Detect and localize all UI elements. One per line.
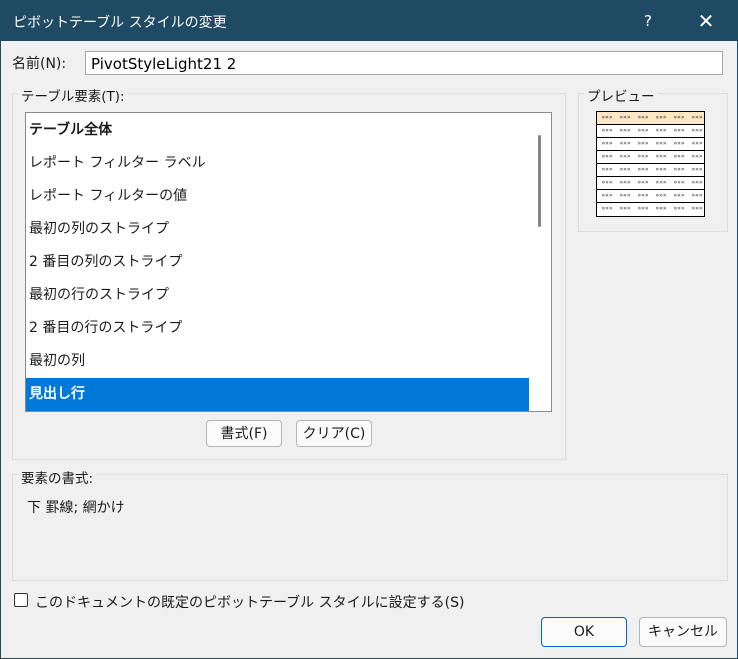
title-bar[interactable]: ピボットテーブル スタイルの変更 ? ✕	[1, 1, 737, 41]
list-item[interactable]: 最初の列	[26, 345, 529, 378]
preview-row: »»» »»» »»» »»» »»» »»»	[597, 125, 704, 138]
set-default-label[interactable]: このドキュメントの既定のピボットテーブル スタイルに設定する(S)	[35, 592, 464, 612]
preview-cell: »»»	[673, 127, 685, 134]
preview-cell: »»»	[691, 166, 703, 173]
preview-cell: »»»	[637, 179, 649, 186]
preview-cell: »»»	[601, 192, 613, 199]
preview-cell: »»»	[601, 179, 613, 186]
preview-cell: »»»	[673, 192, 685, 199]
preview-cell: »»»	[601, 153, 613, 160]
scrollbar-thumb[interactable]	[538, 135, 541, 227]
preview-cell: »»»	[619, 205, 631, 212]
preview-cell: »»»	[637, 114, 649, 121]
preview-cell: »»»	[601, 140, 613, 147]
preview-cell: »»»	[673, 166, 685, 173]
preview-cell: »»»	[655, 114, 667, 121]
list-item[interactable]: 2 番目の列のストライプ	[26, 246, 529, 279]
list-item[interactable]: 2 番目の行のストライプ	[26, 312, 529, 345]
preview-cell: »»»	[619, 153, 631, 160]
preview-cell: »»»	[655, 192, 667, 199]
list-item[interactable]: 最初の列のストライプ	[26, 213, 529, 246]
preview-cell: »»»	[601, 114, 613, 121]
preview-cell: »»»	[619, 166, 631, 173]
preview-cell: »»»	[691, 153, 703, 160]
preview-cell: »»»	[691, 127, 703, 134]
preview-cell: »»»	[637, 127, 649, 134]
preview-cell: »»»	[673, 205, 685, 212]
list-item[interactable]: テーブル全体	[26, 114, 529, 147]
cancel-button[interactable]: キャンセル	[639, 617, 727, 647]
preview-cell: »»»	[673, 153, 685, 160]
preview-cell: »»»	[637, 166, 649, 173]
dialog-title: ピボットテーブル スタイルの変更	[13, 15, 227, 31]
preview-cell: »»»	[619, 192, 631, 199]
preview-cell: »»»	[637, 192, 649, 199]
preview-cell: »»»	[601, 205, 613, 212]
preview-cell: »»»	[655, 140, 667, 147]
preview-cell: »»»	[655, 205, 667, 212]
table-elements-label: テーブル要素(T):	[18, 85, 128, 105]
preview-row: »»» »»» »»» »»» »»» »»»	[597, 164, 704, 177]
list-item[interactable]: レポート フィルター ラベル	[26, 147, 529, 180]
format-button[interactable]: 書式(F)	[206, 420, 282, 447]
preview-cell: »»»	[691, 140, 703, 147]
element-format-label: 要素の書式:	[18, 467, 97, 487]
preview-cell: »»»	[637, 205, 649, 212]
preview-cell: »»»	[601, 127, 613, 134]
element-format-group	[12, 474, 728, 581]
preview-cell: »»»	[691, 192, 703, 199]
name-label: 名前(N):	[12, 56, 67, 72]
preview-row: »»» »»» »»» »»» »»» »»»	[597, 177, 704, 190]
preview-cell: »»»	[691, 205, 703, 212]
preview-cell: »»»	[655, 127, 667, 134]
preview-cell: »»»	[619, 179, 631, 186]
preview-cell: »»»	[655, 166, 667, 173]
preview-row: »»» »»» »»» »»» »»» »»»	[597, 151, 704, 164]
preview-row: »»» »»» »»» »»» »»» »»»	[597, 203, 704, 216]
preview-cell: »»»	[637, 140, 649, 147]
modify-pivottable-style-dialog: ピボットテーブル スタイルの変更 ? ✕ 名前(N): PivotStyleLi…	[0, 0, 738, 659]
ok-button[interactable]: OK	[541, 617, 627, 647]
preview-cell: »»»	[691, 179, 703, 186]
preview-cell: »»»	[673, 140, 685, 147]
preview-row: »»» »»» »»» »»» »»» »»»	[597, 138, 704, 151]
preview-cell: »»»	[619, 140, 631, 147]
clear-button[interactable]: クリア(C)	[296, 420, 372, 447]
preview-cell: »»»	[691, 114, 703, 121]
preview-cell: »»»	[655, 179, 667, 186]
preview-cell: »»»	[601, 166, 613, 173]
element-format-value: 下 罫線; 網かけ	[27, 500, 125, 516]
preview-cell: »»»	[655, 153, 667, 160]
preview-cell: »»»	[637, 153, 649, 160]
preview-cell: »»»	[673, 114, 685, 121]
style-name-input[interactable]: PivotStyleLight21 2	[85, 51, 723, 75]
table-elements-listbox[interactable]: テーブル全体 レポート フィルター ラベル レポート フィルターの値 最初の列のストラ…	[25, 112, 552, 412]
close-button[interactable]: ✕	[691, 6, 721, 36]
set-default-checkbox[interactable]	[14, 593, 28, 607]
list-item[interactable]: 最初の行のストライプ	[26, 279, 529, 312]
preview-cell: »»»	[619, 114, 631, 121]
style-preview: »»»»»»»»»»»»»»»»»»»»»»»»»»»»»»»»»»»»»»»»…	[596, 111, 705, 217]
preview-row: »»» »»» »»» »»» »»» »»»	[597, 190, 704, 203]
list-item[interactable]: 見出し行	[26, 378, 529, 411]
preview-cell: »»»	[673, 179, 685, 186]
list-item[interactable]: レポート フィルターの値	[26, 180, 529, 213]
preview-header-row: »»» »»» »»» »»» »»» »»»	[597, 112, 704, 125]
help-button[interactable]: ?	[633, 6, 663, 36]
preview-label: プレビュー	[584, 85, 658, 105]
preview-cell: »»»	[619, 127, 631, 134]
